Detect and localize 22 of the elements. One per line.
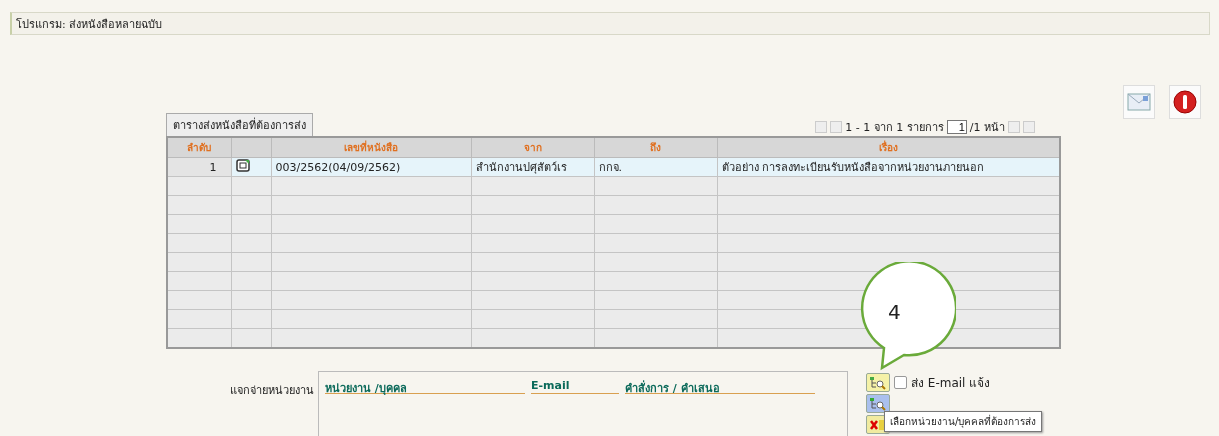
record-count: 1 - 1 จาก 1 รายการ: [845, 120, 944, 136]
callout-number: 4: [888, 300, 901, 324]
page-total: /1 หน้า: [969, 120, 1005, 136]
table-cell: 003/2562(04/09/2562): [275, 160, 401, 174]
column-header: ลำดับ: [187, 142, 212, 153]
distribution-label: แจกจ่ายหน่วยงาน: [230, 384, 314, 397]
table-cell: 1: [209, 160, 217, 174]
column-header: จาก: [523, 142, 542, 153]
column-header: เรื่อง: [878, 142, 898, 153]
program-title: โปรแกรม: ส่งหนังสือหลายฉบับ: [16, 16, 163, 33]
column-header: ถึง: [650, 142, 661, 153]
email-label: ส่ง E-mail แจ้ง: [911, 375, 991, 392]
table-tab[interactable]: ตารางส่งหนังสือที่ต้องการส่ง: [166, 113, 313, 136]
tooltip: เลือกหน่วยงาน/บุคคลที่ต้องการส่ง: [884, 411, 1043, 432]
table-cell: กกจ.: [598, 161, 622, 174]
table-cell: ตัวอย่าง การลงทะเบียนรับหนังสือจากหน่วยงานภายนอก: [721, 161, 984, 174]
page-field[interactable]: 1: [946, 120, 967, 134]
table-cell: สำนักงานปศุสัตว์เร: [475, 161, 567, 174]
column-header: E-mail: [531, 379, 619, 394]
column-header: เลขที่หนังสือ: [344, 142, 398, 153]
column-header: หน่วยงาน /บุคคล: [325, 379, 525, 394]
column-header: คำสั่งการ / คำเสนอ: [625, 379, 815, 394]
